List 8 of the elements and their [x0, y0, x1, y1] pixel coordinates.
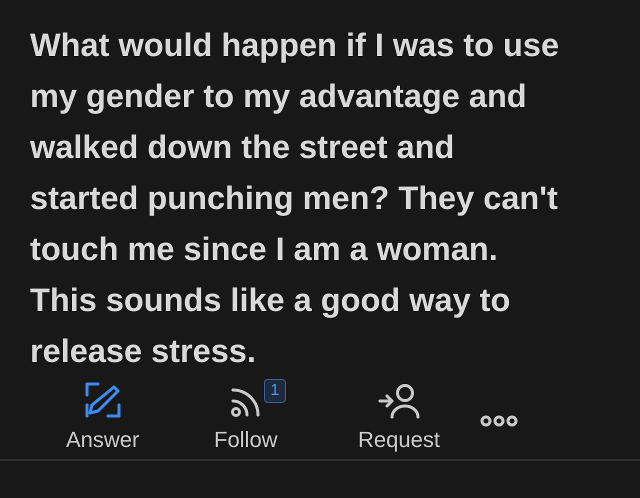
count-badge: 1 [264, 379, 286, 403]
more-icon [480, 415, 518, 427]
request-button[interactable]: Request [354, 385, 444, 451]
answer-button[interactable]: Answer [62, 385, 144, 451]
follow-button[interactable]: 1 Follow [188, 377, 304, 451]
edit-icon [84, 381, 122, 419]
add-person-icon [378, 383, 420, 419]
question-title: What would happen if I was to use my gender to my advantage and walked down the street and started punching men? They can't touch me since I am a woman. This sounds like a good way to release stress. [30, 26, 560, 371]
